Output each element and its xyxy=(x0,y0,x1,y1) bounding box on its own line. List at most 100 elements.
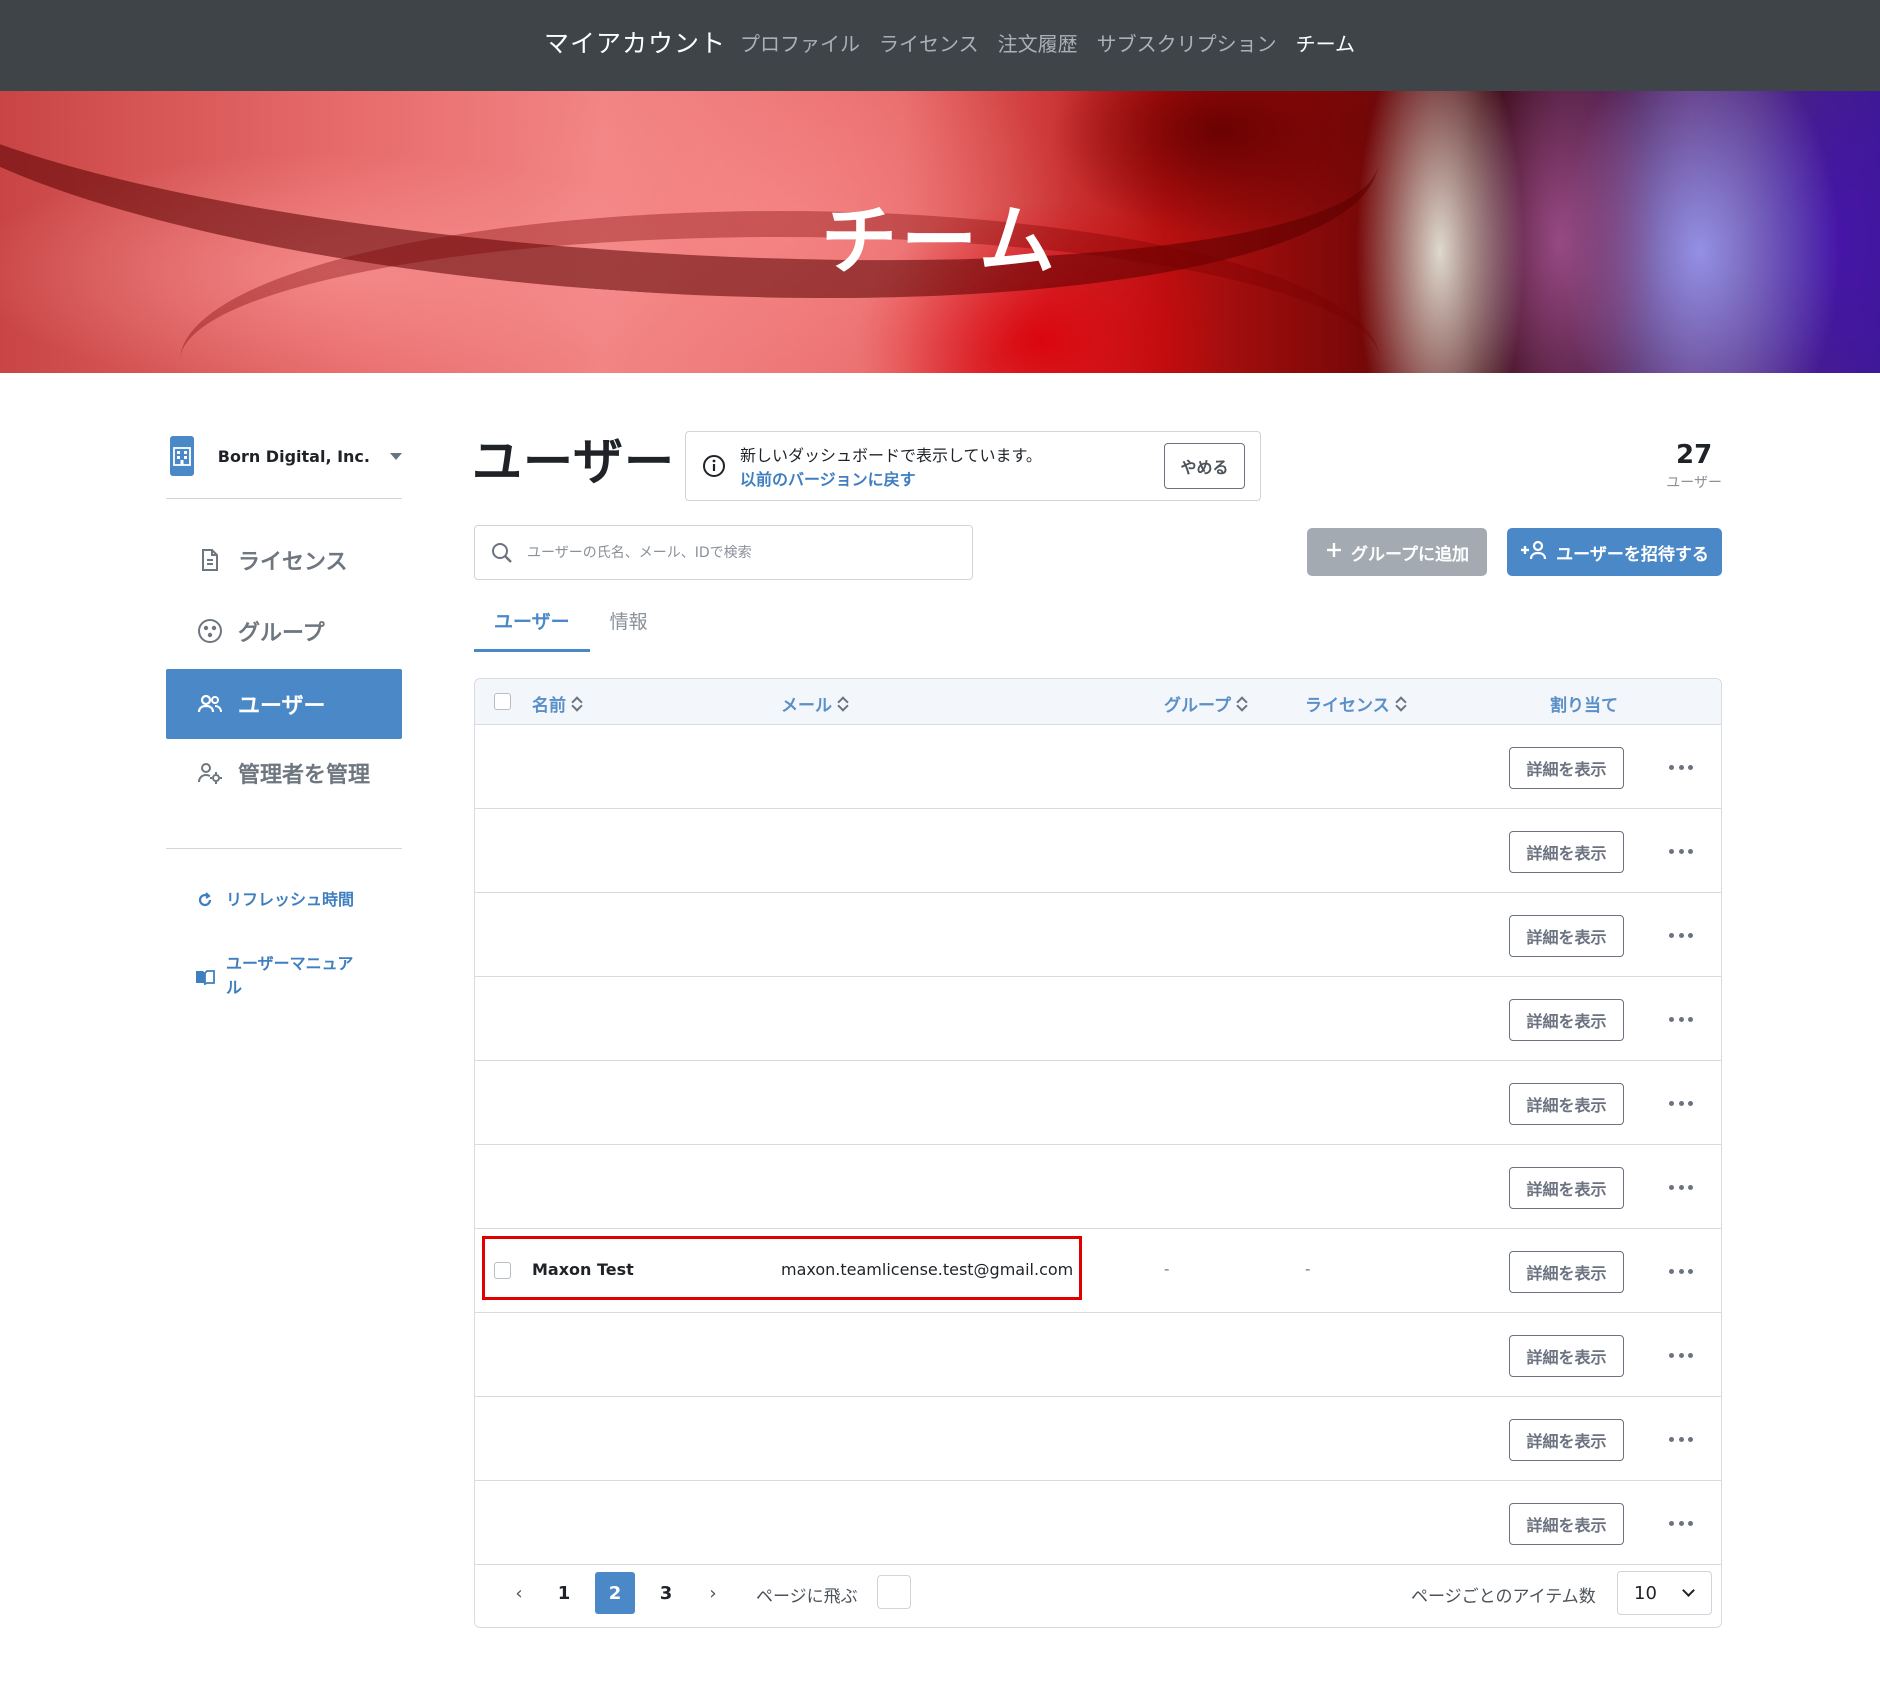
sort-icon xyxy=(572,695,582,713)
invite-user-button[interactable]: ユーザーを招待する xyxy=(1507,528,1722,576)
table-row: 詳細を表示 xyxy=(475,977,1721,1061)
sidebar-item-label: 管理者を管理 xyxy=(238,763,371,788)
sidebar-item-licenses[interactable]: ライセンス xyxy=(166,525,402,595)
more-options-icon[interactable] xyxy=(1669,841,1693,861)
more-options-icon[interactable] xyxy=(1669,1093,1693,1113)
hero-banner: チーム xyxy=(0,91,1880,373)
user-group: - xyxy=(1164,1260,1170,1278)
top-nav-link-subscriptions[interactable]: サブスクリプション xyxy=(1097,28,1277,57)
items-per-page-select[interactable]: 10 xyxy=(1617,1571,1712,1615)
sidebar-divider xyxy=(166,498,402,499)
top-nav-link-team[interactable]: チーム xyxy=(1296,28,1355,57)
more-options-icon[interactable] xyxy=(1669,1009,1693,1029)
select-all-checkbox[interactable] xyxy=(494,693,511,710)
notice-message: 新しいダッシュボードで表示しています。 xyxy=(740,446,1042,465)
view-details-button[interactable]: 詳細を表示 xyxy=(1509,1419,1624,1461)
sidebar-link-label: リフレッシュ時間 xyxy=(226,890,355,909)
sidebar-item-label: ライセンス xyxy=(238,550,348,575)
org-selector[interactable]: Born Digital, Inc. xyxy=(170,436,402,476)
users-table: 名前 メール グループ ライセンス 割り当て 詳細を表示 詳細を表示 詳細を表示… xyxy=(474,678,1722,1628)
column-header-label: 名前 xyxy=(532,696,566,716)
column-header-label: 割り当て xyxy=(1550,696,1618,716)
more-options-icon[interactable] xyxy=(1669,1345,1693,1365)
admin-gear-icon xyxy=(196,759,224,787)
column-header-group[interactable]: グループ xyxy=(1164,691,1247,716)
search-box xyxy=(474,525,973,580)
view-details-button[interactable]: 詳細を表示 xyxy=(1509,747,1624,789)
org-name: Born Digital, Inc. xyxy=(217,446,370,466)
more-options-icon[interactable] xyxy=(1669,757,1693,777)
building-icon xyxy=(170,436,194,476)
row-checkbox[interactable] xyxy=(494,1262,511,1279)
caret-down-icon[interactable] xyxy=(390,452,402,460)
column-header-email[interactable]: メール xyxy=(781,691,848,716)
stop-button[interactable]: やめる xyxy=(1164,443,1245,489)
sidebar-item-users[interactable]: ユーザー xyxy=(166,669,402,739)
page-title: ユーザー xyxy=(472,433,675,491)
chevron-down-icon xyxy=(1682,1584,1695,1597)
top-nav-link-orders[interactable]: 注文履歴 xyxy=(998,28,1078,57)
brand-title[interactable]: マイアカウント xyxy=(544,24,726,60)
view-details-button[interactable]: 詳細を表示 xyxy=(1509,915,1624,957)
dashboard-notice: 新しいダッシュボードで表示しています。 以前のバージョンに戻す やめる xyxy=(685,431,1261,501)
sort-icon xyxy=(1396,695,1406,713)
items-per-page-value: 10 xyxy=(1634,1583,1657,1604)
page-button-2[interactable]: 2 xyxy=(595,1572,635,1614)
next-page-button[interactable]: › xyxy=(693,1572,733,1614)
view-details-button[interactable]: 詳細を表示 xyxy=(1509,1251,1624,1293)
user-count-value: 27 xyxy=(1676,440,1713,470)
view-details-button[interactable]: 詳細を表示 xyxy=(1509,1083,1624,1125)
view-details-button[interactable]: 詳細を表示 xyxy=(1509,1335,1624,1377)
book-icon xyxy=(194,966,216,988)
table-row: 詳細を表示 xyxy=(475,725,1721,809)
table-row: 詳細を表示 xyxy=(475,1313,1721,1397)
prev-page-button[interactable]: ‹ xyxy=(499,1572,539,1614)
more-options-icon[interactable] xyxy=(1669,1177,1693,1197)
tab-users[interactable]: ユーザー xyxy=(474,608,590,652)
column-header-name[interactable]: 名前 xyxy=(532,691,582,716)
top-nav-link-profile[interactable]: プロファイル xyxy=(740,28,860,57)
sidebar-link-refresh[interactable]: リフレッシュ時間 xyxy=(194,888,366,912)
column-header-label: メール xyxy=(781,696,832,716)
pagination: ‹ 1 2 3 › ページに飛ぶ ページごとのアイテム数 10 xyxy=(475,1555,1721,1627)
sidebar-item-manage-admins[interactable]: 管理者を管理 xyxy=(166,738,402,808)
sidebar-item-groups[interactable]: グループ xyxy=(166,596,402,666)
search-icon xyxy=(491,542,513,568)
sidebar-link-user-manual[interactable]: ユーザーマニュアル xyxy=(194,952,366,1000)
table-row: 詳細を表示 xyxy=(475,1397,1721,1481)
more-options-icon[interactable] xyxy=(1669,1513,1693,1533)
more-options-icon[interactable] xyxy=(1669,1261,1693,1281)
column-header-license[interactable]: ライセンス xyxy=(1305,691,1406,716)
revert-version-link[interactable]: 以前のバージョンに戻す xyxy=(740,466,916,490)
items-per-page-label: ページごとのアイテム数 xyxy=(1411,1587,1596,1607)
column-header-assign: 割り当て xyxy=(1550,691,1618,716)
jump-to-page-input[interactable] xyxy=(877,1575,911,1609)
sort-icon xyxy=(838,695,848,713)
add-to-group-label: グループに追加 xyxy=(1351,544,1469,565)
view-details-button[interactable]: 詳細を表示 xyxy=(1509,1167,1624,1209)
user-license: - xyxy=(1305,1260,1311,1278)
document-icon xyxy=(196,546,224,574)
table-row: 詳細を表示 xyxy=(475,809,1721,893)
sidebar-item-label: ユーザー xyxy=(238,694,326,719)
sidebar-link-label: ユーザーマニュアル xyxy=(226,954,354,997)
more-options-icon[interactable] xyxy=(1669,1429,1693,1449)
top-nav-link-licenses[interactable]: ライセンス xyxy=(879,28,979,57)
tab-info[interactable]: 情報 xyxy=(590,608,668,652)
page-button-3[interactable]: 3 xyxy=(646,1572,686,1614)
view-details-button[interactable]: 詳細を表示 xyxy=(1509,1503,1624,1545)
search-input[interactable] xyxy=(527,536,957,570)
table-header: 名前 メール グループ ライセンス 割り当て xyxy=(475,679,1721,725)
invite-user-label: ユーザーを招待する xyxy=(1556,544,1709,565)
group-icon xyxy=(196,617,224,645)
add-to-group-button[interactable]: グループに追加 xyxy=(1307,528,1487,576)
view-details-button[interactable]: 詳細を表示 xyxy=(1509,831,1624,873)
add-user-icon xyxy=(1520,539,1548,566)
top-nav: マイアカウント プロファイル ライセンス 注文履歴 サブスクリプション チーム xyxy=(0,0,1880,91)
more-options-icon[interactable] xyxy=(1669,925,1693,945)
users-icon xyxy=(196,690,224,718)
top-nav-links: プロファイル ライセンス 注文履歴 サブスクリプション チーム xyxy=(740,28,1355,57)
user-count: 27 ユーザー xyxy=(1666,440,1722,492)
view-details-button[interactable]: 詳細を表示 xyxy=(1509,999,1624,1041)
page-button-1[interactable]: 1 xyxy=(544,1572,584,1614)
